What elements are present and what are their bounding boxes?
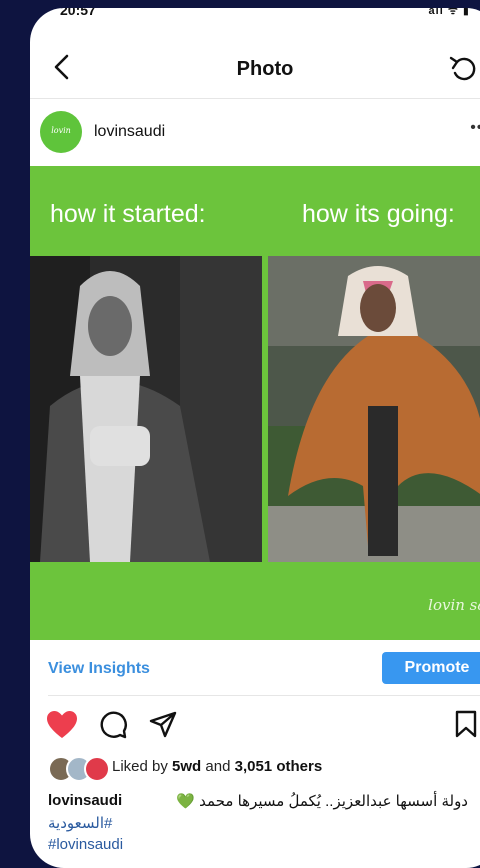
bookmark-icon[interactable]	[455, 710, 477, 738]
likes-middle: and	[201, 757, 235, 775]
likes-count[interactable]: 3,051 others	[235, 758, 323, 775]
action-bar	[30, 698, 480, 748]
promote-button[interactable]: Promote	[382, 652, 480, 684]
status-bar: 20:57 all ᯤ ▮	[30, 8, 480, 22]
watermark-logo: lovin sau	[428, 596, 480, 614]
page-title: Photo	[236, 58, 294, 80]
post-header: lovin saudi lovinsaudi •••	[30, 103, 480, 175]
caption-username[interactable]: lovinsaudi	[48, 792, 122, 809]
caption-hashtag[interactable]: #lovinsaudi	[48, 836, 123, 853]
caption-text: دولة أسسها عبدالعزيز.. يُكملُ مسيرها محم…	[176, 793, 468, 810]
historic-portrait-photo	[30, 256, 262, 562]
likes-user[interactable]: 5wd	[172, 758, 201, 775]
comment-icon[interactable]	[98, 710, 128, 740]
undo-icon[interactable]	[448, 53, 478, 83]
insights-row: View Insights Promote	[30, 640, 480, 696]
insights-divider	[48, 695, 480, 696]
meme-caption-left: how it started:	[50, 200, 206, 228]
nav-divider	[30, 98, 480, 99]
more-options-icon[interactable]: •••	[470, 119, 480, 137]
likes-prefix: Liked by	[112, 757, 173, 775]
top-nav: Photo	[30, 38, 480, 98]
post-image[interactable]: how it started: how its going: lovin s	[30, 166, 480, 640]
avatar[interactable]: lovin saudi	[40, 111, 82, 175]
status-time: 20:57	[60, 8, 96, 18]
view-insights-link[interactable]: View Insights	[48, 660, 150, 678]
share-icon[interactable]	[148, 710, 178, 740]
likes-summary[interactable]: Liked by 5wd and 3,051 others	[48, 756, 323, 782]
status-icons: all ᯤ ▮	[428, 8, 470, 17]
liker-avatar	[84, 756, 110, 782]
phone-screen: 20:57 all ᯤ ▮ Photo lovin saudi lovinsau…	[30, 8, 480, 868]
liker-avatars	[48, 756, 110, 782]
caption-hashtag[interactable]: #السعودية	[48, 814, 112, 832]
meme-caption-right: how its going:	[302, 200, 455, 228]
post-username[interactable]: lovinsaudi	[94, 123, 165, 141]
modern-portrait-photo	[268, 256, 480, 562]
heart-icon[interactable]	[46, 710, 78, 740]
